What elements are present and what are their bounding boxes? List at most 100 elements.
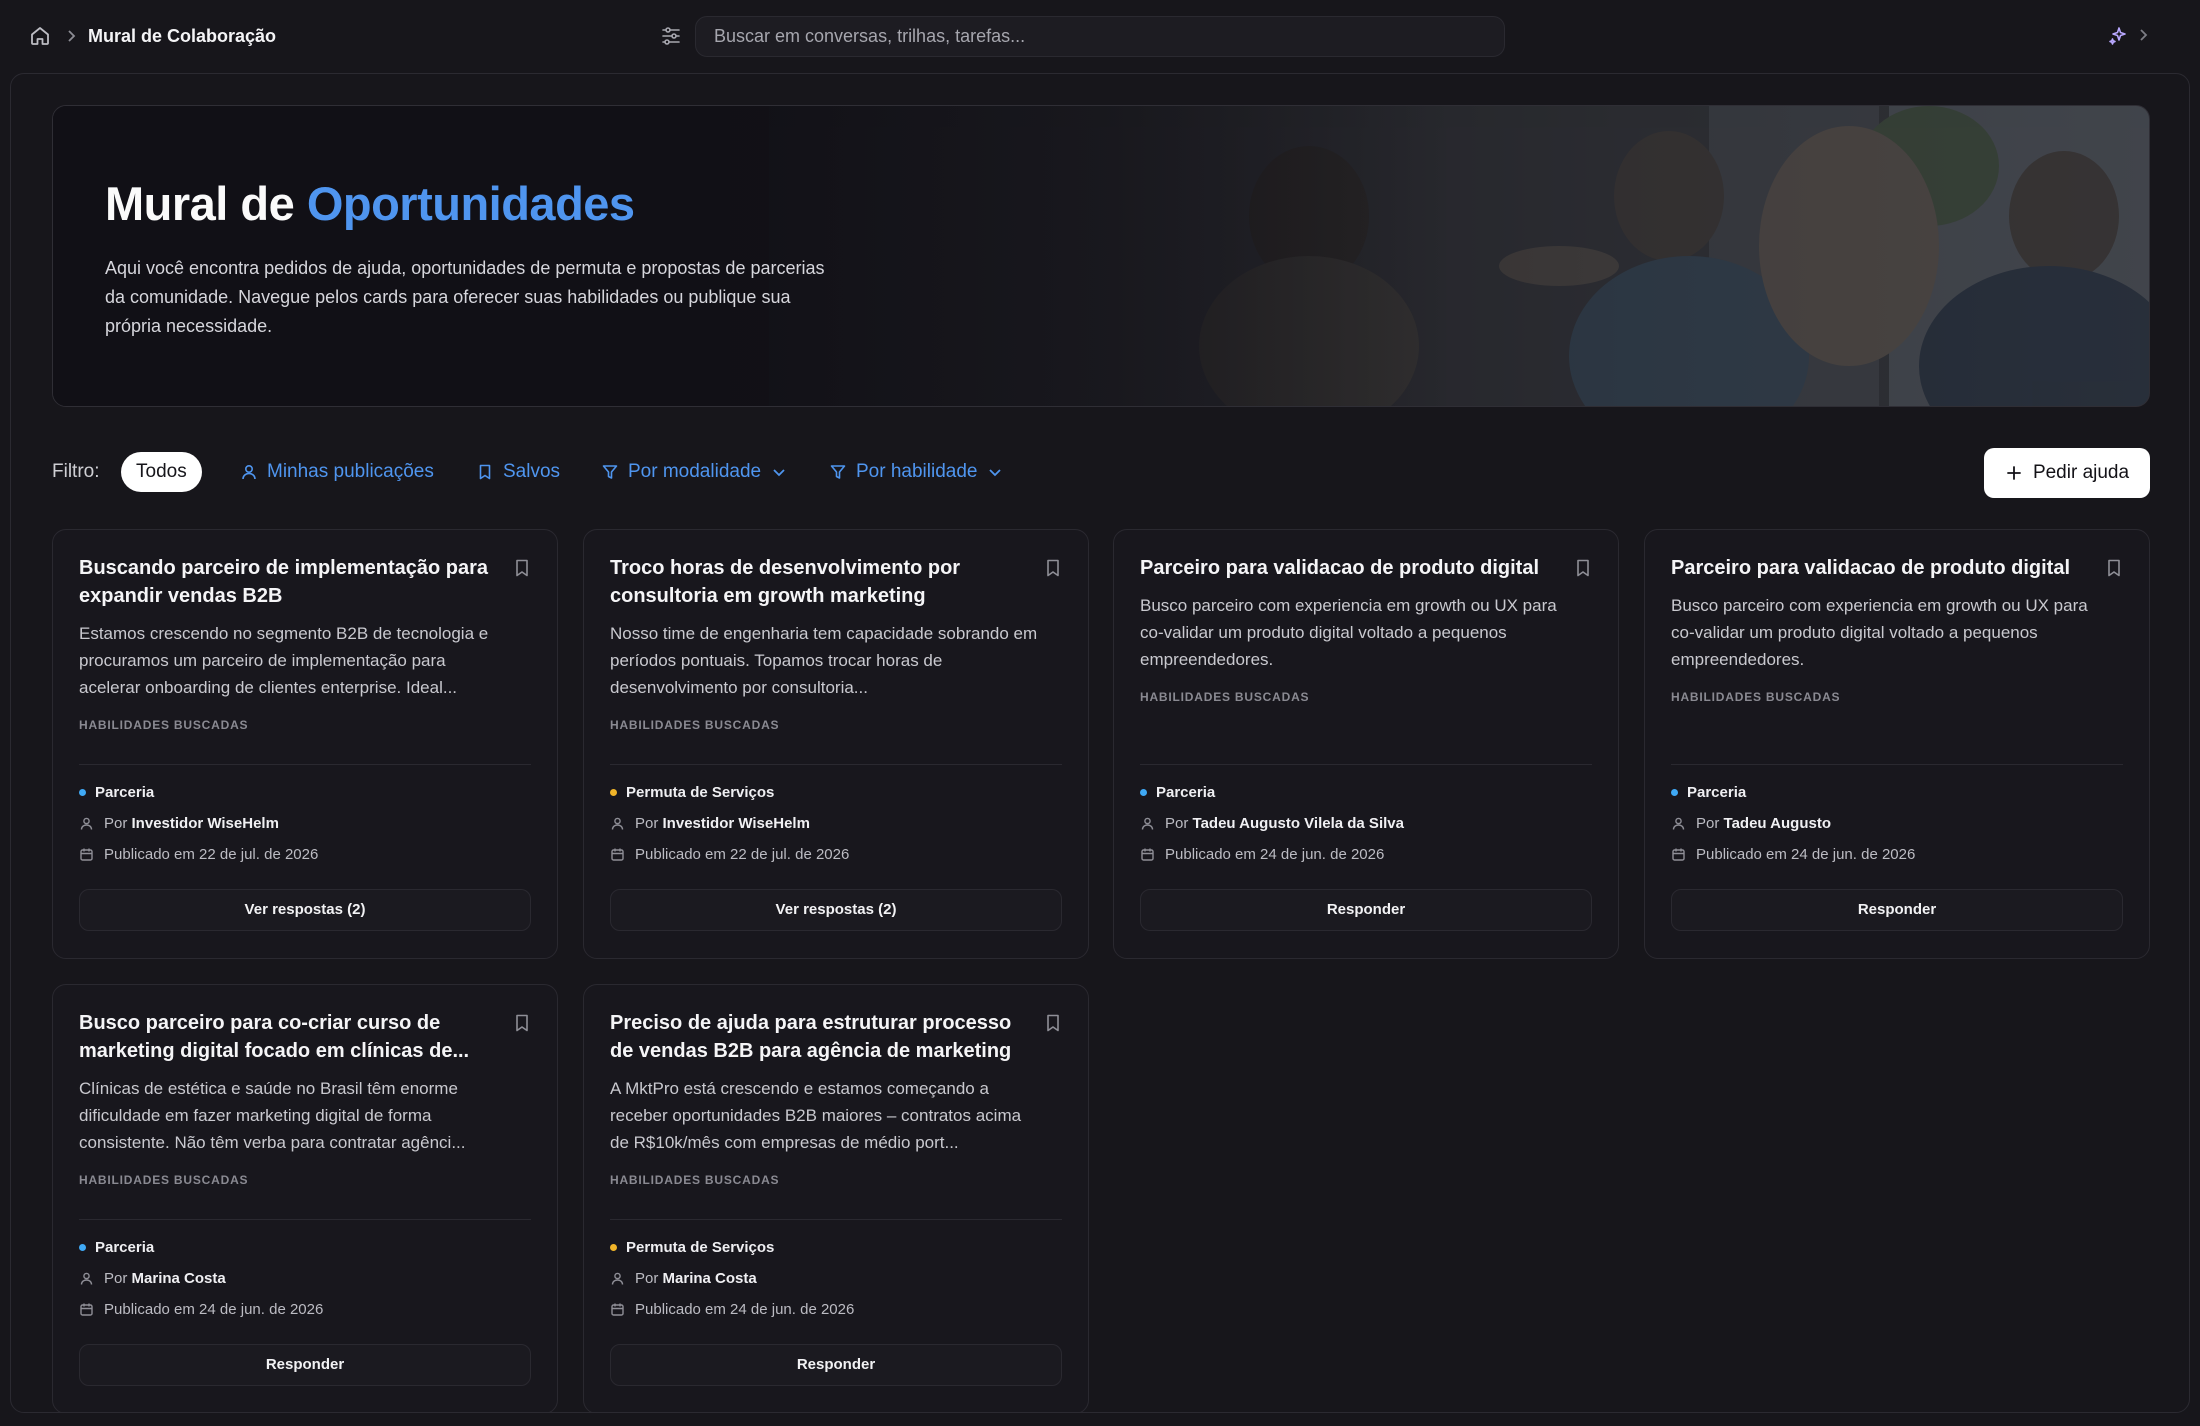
card-description: Nosso time de engenharia tem capacidade … — [610, 624, 1038, 697]
card-author: Por Tadeu Augusto — [1671, 815, 1831, 832]
opportunity-card[interactable]: Troco horas de desenvolvimento por consu… — [583, 529, 1089, 959]
author-prefix: Por — [1165, 815, 1189, 832]
chevron-down-icon — [986, 463, 1004, 481]
author-name[interactable]: Investidor WiseHelm — [663, 815, 810, 832]
card-published: Publicado em 24 de jun. de 2026 — [610, 1301, 854, 1318]
card-title[interactable]: Preciso de ajuda para estruturar process… — [610, 1009, 1020, 1065]
author-name[interactable]: Marina Costa — [663, 1270, 757, 1287]
card-title[interactable]: Busco parceiro para co-criar curso de ma… — [79, 1009, 489, 1065]
breadcrumb-current-page: Mural de Colaboração — [88, 26, 277, 46]
filter-my-posts-label: Minhas publicações — [267, 461, 434, 482]
filter-all-chip[interactable]: Todos — [121, 452, 202, 492]
card-author: Por Tadeu Augusto Vilela da Silva — [1140, 815, 1404, 832]
card-divider — [79, 1219, 531, 1220]
filter-by-mode-label: Por modalidade — [628, 461, 762, 482]
card-published-date: Publicado em 22 de jul. de 2026 — [635, 846, 850, 863]
bookmark-icon[interactable] — [513, 558, 531, 578]
user-icon — [240, 463, 258, 481]
card-published: Publicado em 22 de jul. de 2026 — [610, 846, 849, 863]
card-published-date: Publicado em 22 de jul. de 2026 — [104, 846, 319, 863]
type-dot-icon — [79, 789, 86, 796]
bookmark-icon — [476, 463, 494, 481]
type-dot-icon — [1140, 789, 1147, 796]
card-title[interactable]: Buscando parceiro de implementação para … — [79, 554, 489, 610]
filter-my-posts[interactable]: Minhas publicações — [240, 452, 434, 492]
filter-saved-label: Salvos — [503, 461, 561, 482]
card-published: Publicado em 24 de jun. de 2026 — [1140, 846, 1384, 863]
hero-banner: Mural de Oportunidades Aqui você encontr… — [52, 105, 2150, 407]
card-divider — [1671, 764, 2123, 765]
card-action-button[interactable]: Responder — [610, 1344, 1062, 1386]
author-prefix: Por — [1696, 815, 1720, 832]
home-icon[interactable] — [28, 24, 52, 48]
opportunity-card[interactable]: Busco parceiro para co-criar curso de ma… — [52, 984, 558, 1412]
card-action-button[interactable]: Responder — [79, 1344, 531, 1386]
card-type-label: Parceria — [95, 1239, 155, 1256]
opportunity-card[interactable]: Preciso de ajuda para estruturar process… — [583, 984, 1089, 1412]
filter-label: Filtro: — [52, 461, 100, 482]
card-published-date: Publicado em 24 de jun. de 2026 — [104, 1301, 324, 1318]
calendar-icon — [79, 847, 94, 862]
card-skills-label: HABILIDADES BUSCADAS — [79, 1173, 249, 1187]
card-description: A MktPro está crescendo e estamos começa… — [610, 1079, 1022, 1152]
filter-sliders-icon[interactable] — [659, 24, 683, 48]
author-name[interactable]: Tadeu Augusto Vilela da Silva — [1193, 815, 1404, 832]
bookmark-icon[interactable] — [1044, 558, 1062, 578]
filter-bar: Filtro: Todos Minhas publicações Salvos … — [52, 448, 2150, 498]
author-name[interactable]: Tadeu Augusto — [1724, 815, 1832, 832]
card-divider — [610, 1219, 1062, 1220]
filter-saved[interactable]: Salvos — [476, 452, 560, 492]
card-action-button[interactable]: Ver respostas (2) — [79, 889, 531, 931]
ask-help-button[interactable]: Pedir ajuda — [1984, 448, 2150, 498]
card-action-button[interactable]: Responder — [1140, 889, 1592, 931]
hero-title-prefix: Mural de — [105, 177, 295, 230]
search-input[interactable] — [695, 16, 1505, 57]
card-author-text: Por Tadeu Augusto Vilela da Silva — [1165, 815, 1404, 832]
card-type: Parceria — [1671, 784, 1746, 801]
calendar-icon — [1140, 847, 1155, 862]
funnel-icon — [829, 463, 847, 481]
bookmark-icon[interactable] — [1574, 558, 1592, 578]
bookmark-icon[interactable] — [2105, 558, 2123, 578]
bookmark-icon[interactable] — [513, 1013, 531, 1033]
user-icon — [79, 1271, 94, 1286]
card-action-button[interactable]: Responder — [1671, 889, 2123, 931]
card-divider — [79, 764, 531, 765]
card-title[interactable]: Parceiro para validacao de produto digit… — [1671, 554, 2081, 582]
card-action-button[interactable]: Ver respostas (2) — [610, 889, 1062, 931]
card-author-text: Por Investidor WiseHelm — [635, 815, 810, 832]
user-icon — [610, 816, 625, 831]
hero-description: Aqui você encontra pedidos de ajuda, opo… — [105, 258, 825, 336]
filter-by-mode-dropdown[interactable]: Por modalidade — [601, 452, 788, 492]
card-published-date: Publicado em 24 de jun. de 2026 — [1165, 846, 1385, 863]
author-prefix: Por — [104, 1270, 128, 1287]
card-type-label: Parceria — [1156, 784, 1216, 801]
user-icon — [79, 816, 94, 831]
user-icon — [1671, 816, 1686, 831]
calendar-icon — [1671, 847, 1686, 862]
card-published: Publicado em 24 de jun. de 2026 — [1671, 846, 1915, 863]
opportunity-card[interactable]: Parceiro para validacao de produto digit… — [1113, 529, 1619, 959]
calendar-icon — [79, 1302, 94, 1317]
author-name[interactable]: Marina Costa — [132, 1270, 226, 1287]
card-skills-label: HABILIDADES BUSCADAS — [610, 718, 780, 732]
type-dot-icon — [1671, 789, 1678, 796]
chevron-right-icon — [62, 27, 80, 45]
opportunity-card[interactable]: Parceiro para validacao de produto digit… — [1644, 529, 2150, 959]
type-dot-icon — [610, 1244, 617, 1251]
bookmark-icon[interactable] — [1044, 1013, 1062, 1033]
card-title[interactable]: Parceiro para validacao de produto digit… — [1140, 554, 1550, 582]
card-published: Publicado em 24 de jun. de 2026 — [79, 1301, 323, 1318]
plus-icon — [2005, 464, 2023, 482]
type-dot-icon — [79, 1244, 86, 1251]
sparkle-icon[interactable] — [2108, 26, 2128, 46]
card-title[interactable]: Troco horas de desenvolvimento por consu… — [610, 554, 1020, 610]
filter-by-skill-dropdown[interactable]: Por habilidade — [829, 452, 1004, 492]
author-name[interactable]: Investidor WiseHelm — [132, 815, 279, 832]
funnel-icon — [601, 463, 619, 481]
chevron-right-icon[interactable] — [2134, 26, 2152, 44]
opportunity-card[interactable]: Buscando parceiro de implementação para … — [52, 529, 558, 959]
card-type-label: Permuta de Serviços — [626, 784, 775, 801]
card-author-text: Por Investidor WiseHelm — [104, 815, 279, 832]
card-author: Por Investidor WiseHelm — [79, 815, 279, 832]
